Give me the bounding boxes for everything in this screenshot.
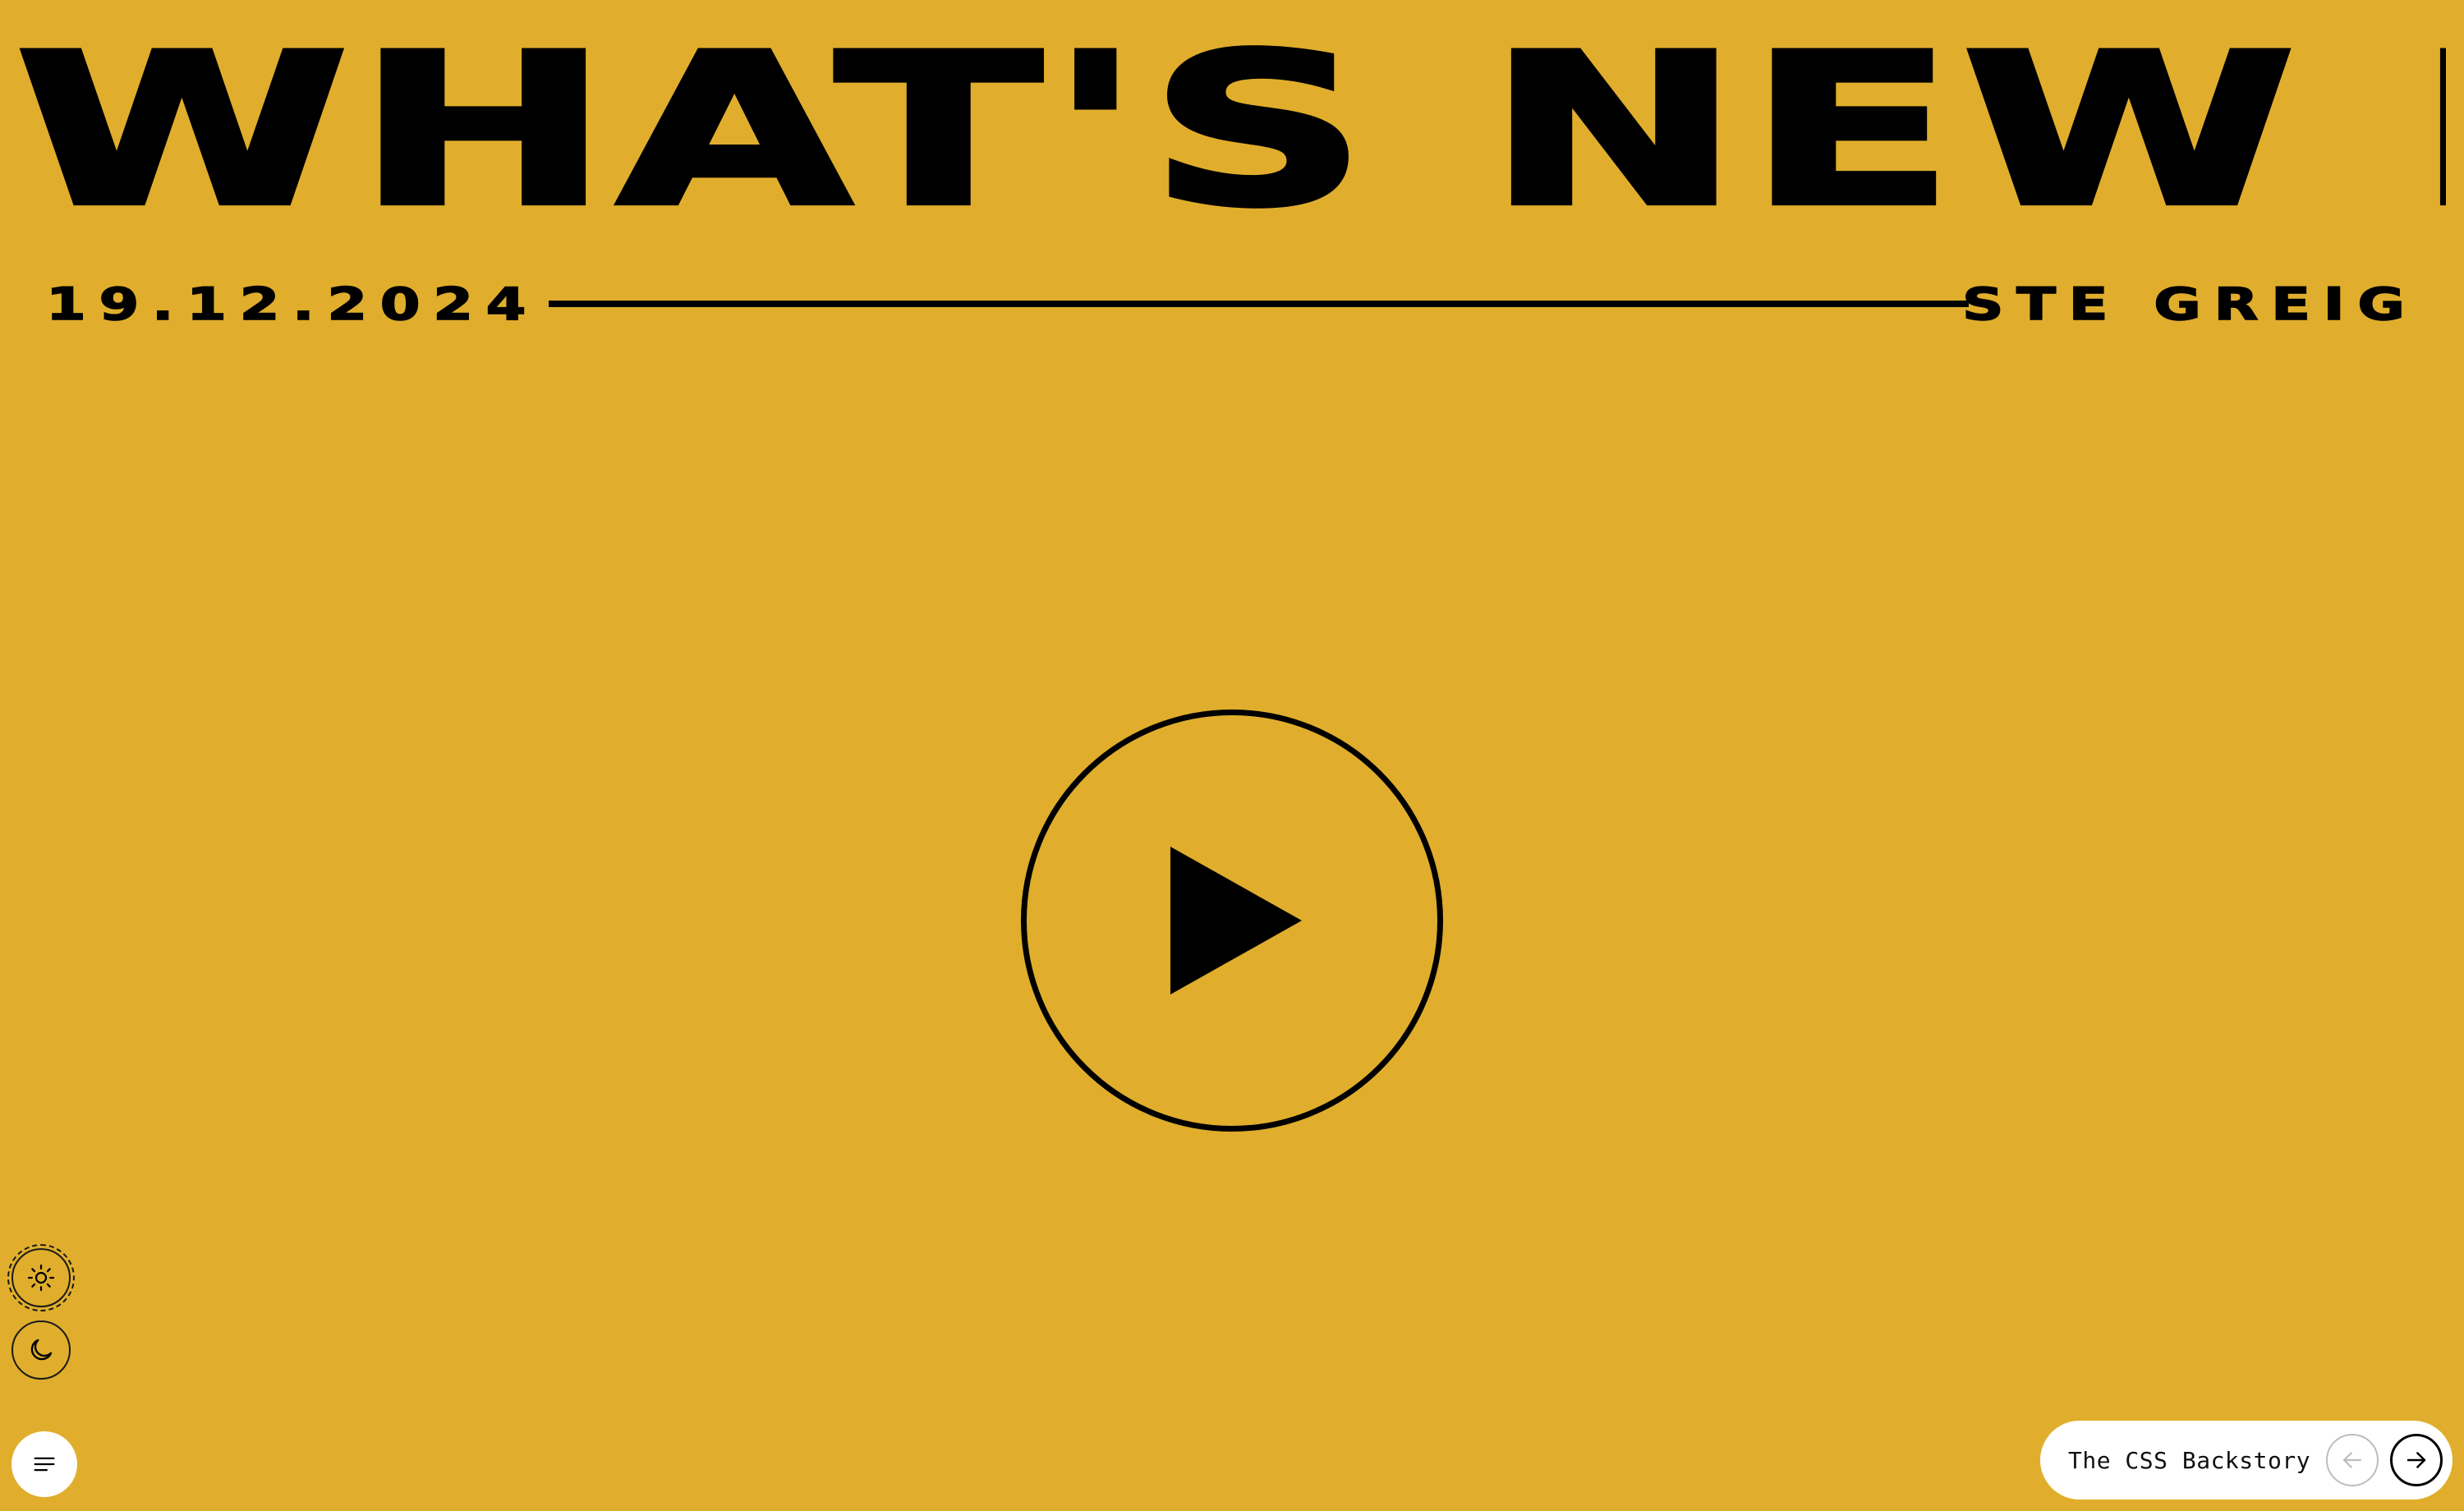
slide-author: STE GREIG — [1961, 278, 2418, 331]
next-slide-button[interactable] — [2390, 1434, 2443, 1486]
play-icon — [1170, 847, 1302, 994]
menu-button[interactable] — [11, 1431, 77, 1497]
divider-line — [548, 301, 1970, 307]
arrow-right-icon — [2407, 1452, 2426, 1468]
byline: 19.12.2024 STE GREIG — [45, 275, 2418, 333]
next-slide-title[interactable]: The CSS Backstory — [2068, 1447, 2315, 1474]
play-button[interactable] — [1021, 710, 1443, 1132]
moon-icon — [30, 1339, 53, 1361]
dark-theme-button[interactable] — [11, 1320, 71, 1380]
slide-date: 19.12.2024 — [45, 278, 540, 331]
slide-title-text: WHAT'S NEW IN CSS? — [15, 33, 2446, 230]
menu-icon — [34, 1457, 55, 1472]
arrow-left-icon — [2342, 1452, 2362, 1468]
previous-slide-button[interactable] — [2326, 1434, 2379, 1486]
sun-icon — [27, 1264, 55, 1292]
slide-navigation: The CSS Backstory — [2040, 1421, 2453, 1500]
slide-title: WHAT'S NEW IN CSS? — [15, 33, 2446, 230]
slide-page: WHAT'S NEW IN CSS? 19.12.2024 STE GREIG — [0, 0, 2464, 1511]
light-theme-button[interactable] — [7, 1244, 75, 1311]
